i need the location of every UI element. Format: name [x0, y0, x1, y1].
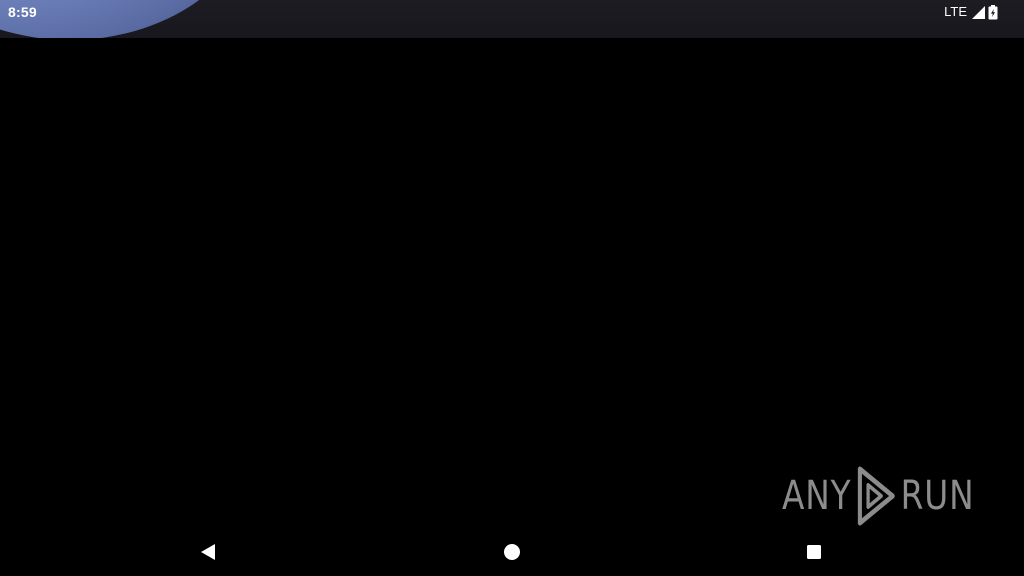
app-content-area[interactable]: [0, 38, 1024, 526]
battery-icon: [988, 4, 998, 20]
device-screen: 8:59 LTE ANY RUN: [0, 0, 1024, 576]
back-button[interactable]: [196, 540, 220, 564]
home-icon: [504, 544, 520, 560]
home-button[interactable]: [500, 540, 524, 564]
signal-icon: [972, 5, 985, 19]
status-bar: 8:59 LTE: [0, 0, 1024, 38]
back-icon: [201, 544, 215, 560]
wallpaper-glimpse: [0, 0, 260, 38]
watermark-left-text: ANY: [782, 473, 852, 519]
status-time: 8:59: [8, 4, 37, 20]
recents-icon: [807, 545, 821, 559]
watermark-right-text: RUN: [900, 473, 975, 519]
navigation-bar: [0, 528, 1024, 576]
recents-button[interactable]: [802, 540, 826, 564]
play-triangle-icon: [857, 466, 895, 526]
network-type-label: LTE: [944, 4, 967, 19]
status-icons: LTE: [944, 4, 998, 20]
anyrun-watermark: ANY RUN: [782, 464, 974, 528]
